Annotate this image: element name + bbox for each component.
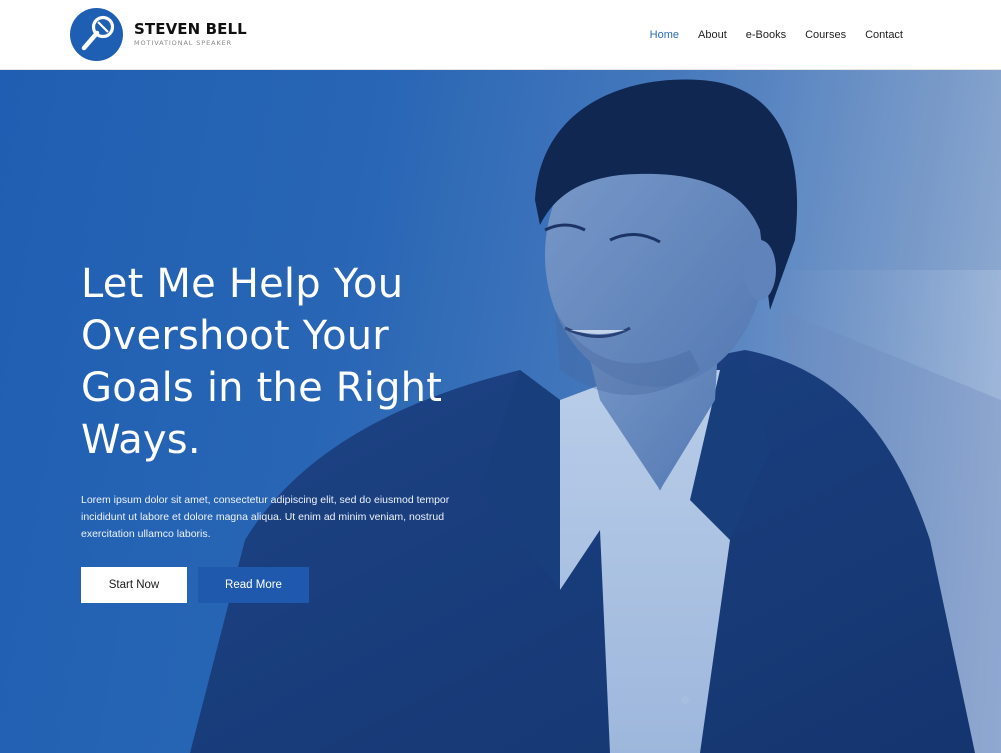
hero-section: Let Me Help You Overshoot Your Goals in … <box>0 70 1001 753</box>
hero-title: Let Me Help You Overshoot Your Goals in … <box>81 261 443 463</box>
nav-ebooks[interactable]: e-Books <box>746 29 786 41</box>
start-now-button[interactable]: Start Now <box>81 567 187 603</box>
brand-tagline: MOTIVATIONAL SPEAKER <box>134 39 233 47</box>
read-more-button[interactable]: Read More <box>198 567 309 603</box>
hero-description: Lorem ipsum dolor sit amet, consectetur … <box>81 494 450 540</box>
nav-contact[interactable]: Contact <box>865 29 903 41</box>
brand-name: STEVEN BELL <box>134 20 247 38</box>
nav-home[interactable]: Home <box>650 29 679 41</box>
nav-about[interactable]: About <box>698 29 727 41</box>
brand[interactable]: STEVEN BELL MOTIVATIONAL SPEAKER <box>70 8 247 61</box>
site-header: STEVEN BELL MOTIVATIONAL SPEAKER Home Ab… <box>0 0 1001 70</box>
microphone-icon <box>70 8 123 61</box>
hero-content: Let Me Help You Overshoot Your Goals in … <box>81 258 501 603</box>
nav-courses[interactable]: Courses <box>805 29 846 41</box>
hero-buttons: Start Now Read More <box>81 567 501 603</box>
main-nav: Home About e-Books Courses Contact <box>631 0 903 70</box>
brand-text: STEVEN BELL MOTIVATIONAL SPEAKER <box>134 21 247 48</box>
